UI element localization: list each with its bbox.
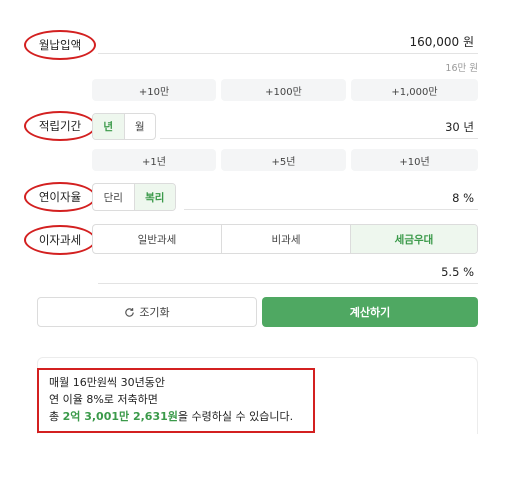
tax-general-option[interactable]: 일반과세 bbox=[93, 225, 221, 253]
period-unit-month-option[interactable]: 월 bbox=[123, 114, 156, 139]
monthly-amount-input[interactable]: 160,000 원 bbox=[98, 30, 478, 54]
result-line-2: 연 이율 8%로 저축하면 bbox=[49, 393, 158, 407]
monthly-hint: 16만 원 bbox=[445, 63, 478, 74]
page-bottom-white bbox=[0, 434, 511, 486]
tax-type-toggle: 일반과세 비과세 세금우대 bbox=[92, 224, 478, 254]
period-value: 30 bbox=[445, 119, 460, 134]
period-quick-10y-button[interactable]: +10년 bbox=[351, 149, 478, 171]
result-prefix: 총 bbox=[49, 410, 63, 424]
period-label: 적립기간 bbox=[24, 111, 96, 141]
calculate-button[interactable]: 계산하기 bbox=[262, 297, 478, 327]
result-total: 2억 3,001만 2,631원 bbox=[62, 410, 178, 424]
refresh-icon bbox=[125, 307, 135, 317]
tax-preferential-option[interactable]: 세금우대 bbox=[350, 225, 477, 253]
tax-label: 이자과세 bbox=[24, 225, 96, 255]
rate-value: 8 bbox=[452, 190, 460, 205]
period-unit: 년 bbox=[463, 119, 474, 134]
rate-unit: % bbox=[463, 190, 474, 205]
tax-rate-value: 5.5 bbox=[441, 264, 460, 279]
monthly-quick-10man-button[interactable]: +10만 bbox=[92, 79, 216, 101]
period-label-text: 적립기간 bbox=[38, 119, 82, 133]
period-quick-5y-button[interactable]: +5년 bbox=[221, 149, 346, 171]
period-quick-1y-button[interactable]: +1년 bbox=[92, 149, 216, 171]
tax-rate-unit: % bbox=[463, 264, 474, 279]
result-suffix: 을 수령하실 수 있습니다. bbox=[177, 410, 294, 424]
monthly-label-text: 월납입액 bbox=[38, 38, 82, 52]
rate-value-input[interactable]: 8 % bbox=[184, 186, 478, 210]
tax-label-text: 이자과세 bbox=[38, 233, 82, 247]
monthly-label: 월납입액 bbox=[24, 30, 96, 60]
tax-rate-input[interactable]: 5.5 % bbox=[98, 260, 478, 284]
monthly-quick-1000man-button[interactable]: +1,000만 bbox=[351, 79, 478, 101]
rate-simple-option[interactable]: 단리 bbox=[93, 184, 134, 210]
rate-label-text: 연이자율 bbox=[38, 190, 82, 204]
monthly-amount-unit: 원 bbox=[462, 35, 474, 49]
result-line-1: 매월 16만원씩 30년동안 bbox=[49, 376, 165, 389]
rate-type-toggle: 단리 복리 bbox=[92, 183, 176, 211]
reset-label: 조기화 bbox=[139, 306, 170, 319]
period-value-input[interactable]: 30 년 bbox=[160, 115, 478, 139]
tax-exempt-option[interactable]: 비과세 bbox=[221, 225, 350, 253]
result-line-3: 총 2억 3,001만 2,631원을 수령하실 수 있습니다. bbox=[49, 408, 303, 425]
monthly-quick-100man-button[interactable]: +100만 bbox=[221, 79, 346, 101]
period-unit-toggle: 년 월 bbox=[92, 113, 156, 140]
rate-compound-option[interactable]: 복리 bbox=[133, 184, 175, 210]
calculate-label: 계산하기 bbox=[349, 306, 391, 319]
monthly-amount-value: 160,000 bbox=[409, 34, 460, 49]
rate-label: 연이자율 bbox=[24, 182, 96, 212]
result-summary: 매월 16만원씩 30년동안 연 이율 8%로 저축하면 총 2억 3,001만… bbox=[37, 368, 315, 433]
reset-button[interactable]: 조기화 bbox=[37, 297, 257, 327]
period-unit-year-option[interactable]: 년 bbox=[93, 114, 124, 139]
